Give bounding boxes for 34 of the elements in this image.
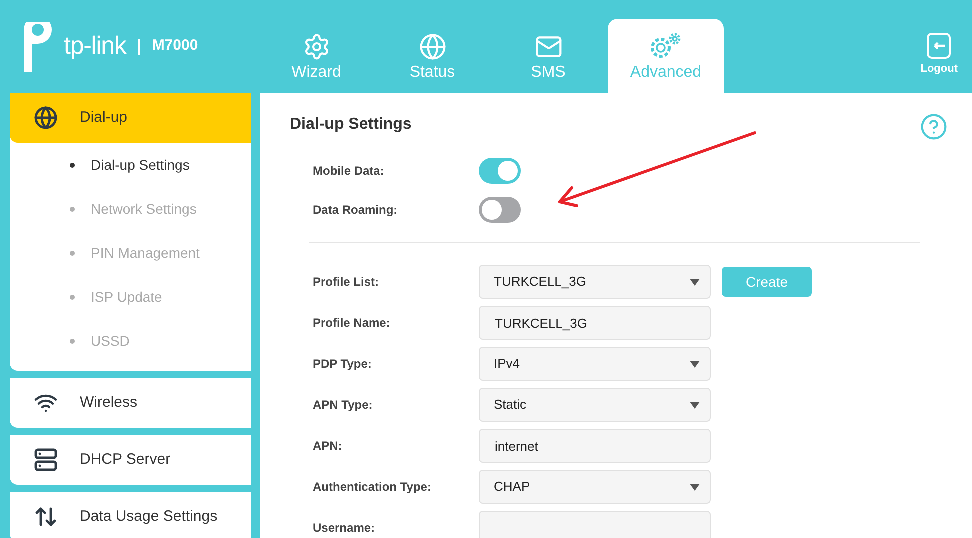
- dropdown[interactable]: TURKCELL_3G: [479, 265, 711, 299]
- caret-icon: [690, 278, 700, 286]
- dropdown[interactable]: CHAP: [479, 470, 711, 504]
- field-label: Profile Name:: [313, 315, 392, 332]
- field-label: PDP Type:: [313, 356, 373, 373]
- logout-icon: [927, 32, 952, 58]
- arrows-icon: [34, 505, 58, 529]
- input-field[interactable]: internet: [479, 429, 711, 463]
- globe-icon: [418, 33, 446, 61]
- dropdown[interactable]: Static: [479, 388, 711, 422]
- caret-icon: [690, 402, 700, 408]
- gear-icon: [302, 33, 330, 61]
- field-label: APN:: [313, 438, 344, 455]
- input-field[interactable]: TURKCELL_3G: [479, 306, 711, 340]
- brand-name: tp-link: [64, 34, 126, 59]
- field-label: Username:: [313, 520, 376, 537]
- panel-title: Dial-up Settings: [290, 115, 413, 135]
- model-name: M7000: [152, 36, 198, 56]
- dropdown[interactable]: IPv4: [479, 347, 711, 381]
- submenu-item[interactable]: Dial-up Settings: [10, 143, 251, 187]
- field-label: Authentication Type:: [313, 479, 432, 496]
- caret-icon: [690, 484, 700, 490]
- help-icon[interactable]: [920, 113, 948, 141]
- field-label: APN Type:: [313, 397, 374, 414]
- field-label: Data Roaming:: [313, 202, 399, 219]
- input-field[interactable]: [479, 511, 711, 538]
- toggle-switch[interactable]: [479, 158, 521, 184]
- server-icon: [34, 448, 58, 472]
- field-label: Mobile Data:: [313, 163, 386, 180]
- toggle-switch[interactable]: [479, 197, 521, 223]
- sidebar-item[interactable]: Dial-up: [10, 93, 251, 143]
- caret-icon: [690, 360, 700, 368]
- globe-icon: [34, 106, 58, 130]
- field-label: Profile List:: [313, 274, 380, 291]
